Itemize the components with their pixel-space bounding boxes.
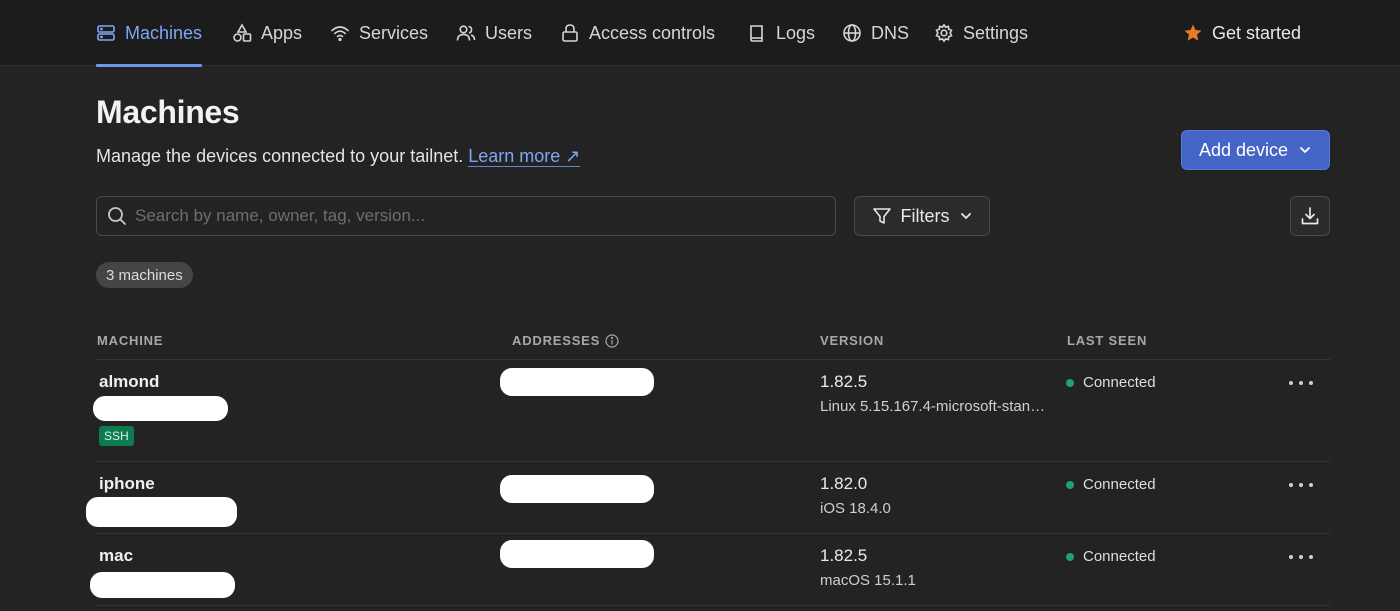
globe-icon bbox=[843, 24, 861, 42]
column-header-machine[interactable]: MACHINE bbox=[97, 333, 163, 348]
learn-more-link[interactable]: Learn more ↗ bbox=[468, 146, 581, 167]
funnel-icon bbox=[872, 208, 891, 224]
lock-icon bbox=[562, 24, 578, 42]
export-button[interactable] bbox=[1290, 196, 1330, 236]
nav-settings[interactable]: Settings bbox=[934, 0, 1028, 66]
filters-button[interactable]: Filters bbox=[854, 196, 990, 236]
status: Connected bbox=[1066, 476, 1156, 493]
machine-name[interactable]: almond bbox=[99, 372, 159, 392]
status: Connected bbox=[1066, 374, 1156, 391]
status-dot bbox=[1066, 552, 1074, 561]
info-icon[interactable] bbox=[605, 333, 619, 348]
nav-logs[interactable]: Logs bbox=[747, 0, 815, 66]
column-header-last-seen[interactable]: LAST SEEN bbox=[1067, 333, 1147, 348]
machine-count-badge: 3 machines bbox=[96, 262, 193, 288]
wifi-icon bbox=[331, 26, 349, 42]
search-box bbox=[96, 196, 836, 236]
star-icon bbox=[1184, 24, 1202, 41]
column-header-addresses[interactable]: ADDRESSES bbox=[512, 333, 619, 348]
os-version: macOS 15.1.1 bbox=[820, 572, 916, 589]
nav-machines[interactable]: Machines bbox=[96, 0, 203, 67]
chevron-down-icon bbox=[960, 213, 971, 220]
add-device-label: Add device bbox=[1198, 139, 1289, 160]
table-row[interactable]: mac 1.82.5 macOS 15.1.1 Connected bbox=[90, 534, 1330, 605]
column-header-version[interactable]: VERSION bbox=[820, 333, 884, 348]
version: 1.82.5 bbox=[820, 372, 868, 391]
nav-get-started[interactable]: Get started bbox=[1183, 0, 1301, 66]
chevron-down-icon bbox=[1300, 147, 1310, 154]
filters-label: Filters bbox=[900, 205, 950, 226]
shapes-icon bbox=[233, 23, 252, 42]
nav-apps[interactable]: Apps bbox=[232, 0, 302, 66]
os-version: iOS 18.4.0 bbox=[820, 500, 891, 517]
redacted-address bbox=[500, 540, 654, 568]
nav-services-label: Services bbox=[359, 22, 429, 43]
nav-get-started-label: Get started bbox=[1212, 22, 1302, 43]
server-icon bbox=[97, 25, 115, 41]
nav-settings-label: Settings bbox=[963, 22, 1029, 43]
nav-apps-label: Apps bbox=[261, 22, 303, 43]
nav-dns[interactable]: DNS bbox=[842, 0, 909, 66]
redacted-address bbox=[500, 368, 654, 396]
nav-services[interactable]: Services bbox=[330, 0, 428, 66]
more-options-icon[interactable] bbox=[1289, 477, 1313, 493]
machine-name[interactable]: mac bbox=[99, 546, 133, 566]
table-row[interactable]: iphone 1.82.0 iOS 18.4.0 Connected bbox=[86, 462, 1330, 533]
status-dot bbox=[1066, 480, 1074, 489]
nav-dns-label: DNS bbox=[871, 22, 910, 43]
nav-logs-label: Logs bbox=[776, 22, 816, 43]
ssh-tag: SSH bbox=[99, 426, 134, 446]
redacted-address bbox=[500, 475, 654, 503]
os-version: Linux 5.15.167.4-microsoft-stan… bbox=[820, 398, 1046, 415]
redacted-hostname bbox=[93, 396, 228, 421]
search-icon bbox=[108, 207, 126, 225]
nav-access-controls[interactable]: Access controls bbox=[560, 0, 715, 66]
search-input[interactable] bbox=[135, 206, 815, 226]
more-options-icon[interactable] bbox=[1289, 549, 1313, 565]
divider bbox=[96, 605, 1330, 606]
status: Connected bbox=[1066, 548, 1156, 565]
redacted-hostname bbox=[86, 497, 237, 527]
gear-icon bbox=[935, 23, 953, 43]
subtitle-text: Manage the devices connected to your tai… bbox=[96, 146, 464, 166]
nav-users[interactable]: Users bbox=[456, 0, 532, 66]
download-icon bbox=[1301, 207, 1319, 225]
book-icon bbox=[750, 25, 763, 42]
version: 1.82.5 bbox=[820, 546, 868, 565]
machine-name[interactable]: iphone bbox=[99, 474, 155, 494]
nav-users-label: Users bbox=[485, 22, 533, 43]
top-nav: Machines Apps Services Users Access cont… bbox=[0, 0, 1400, 67]
version: 1.82.0 bbox=[820, 474, 868, 493]
users-icon bbox=[456, 25, 476, 41]
nav-machines-label: Machines bbox=[125, 22, 203, 43]
page-title: Machines bbox=[96, 94, 240, 130]
redacted-hostname bbox=[90, 572, 235, 598]
nav-access-controls-label: Access controls bbox=[589, 22, 716, 43]
table-row[interactable]: almond SSH 1.82.5 Linux 5.15.167.4-micro… bbox=[93, 360, 1330, 461]
page-subtitle: Manage the devices connected to your tai… bbox=[96, 146, 581, 167]
add-device-button[interactable]: Add device bbox=[1181, 130, 1330, 170]
more-options-icon[interactable] bbox=[1289, 375, 1313, 391]
status-dot bbox=[1066, 378, 1074, 387]
